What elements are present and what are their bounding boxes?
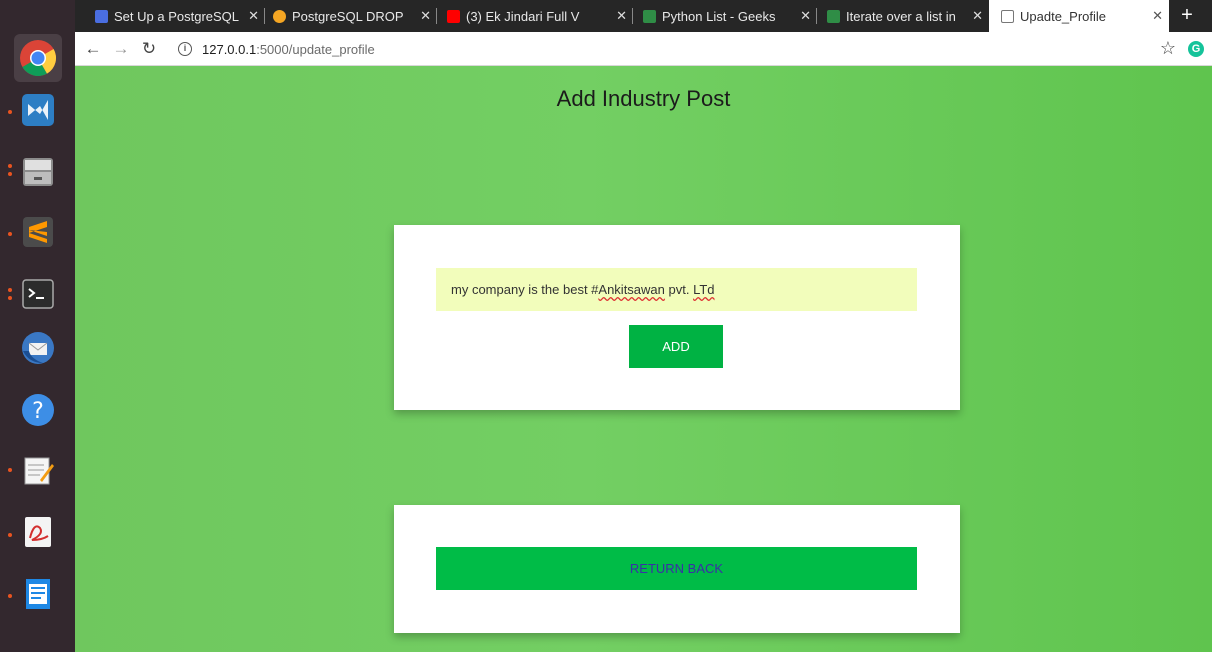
writer-icon[interactable]: [14, 570, 62, 618]
close-tab-icon[interactable]: ✕: [248, 8, 259, 24]
reload-icon[interactable]: ↻: [137, 37, 161, 61]
page-title: Add Industry Post: [556, 86, 731, 111]
terminal-icon[interactable]: [14, 270, 62, 318]
browser-tab-bar: Set Up a PostgreSQL ✕ PostgreSQL DROP ✕ …: [75, 0, 1212, 32]
geeksforgeeks-icon: [827, 9, 840, 23]
page-icon: [1001, 9, 1014, 23]
pdf-viewer-icon[interactable]: [14, 508, 62, 556]
thunderbird-icon[interactable]: [14, 324, 62, 372]
tab-python-list[interactable]: Python List - Geeks ✕: [633, 0, 817, 32]
tab-postgres-drop[interactable]: PostgreSQL DROP ✕: [265, 0, 437, 32]
add-button[interactable]: ADD: [629, 325, 723, 368]
launcher-dock: ?: [0, 0, 75, 652]
return-back-button[interactable]: RETURN BACK: [436, 547, 917, 590]
geeksforgeeks-icon: [643, 9, 656, 23]
tab-favicon-icon: [273, 9, 286, 23]
address-bar[interactable]: i 127.0.0.1:5000/update_profile: [178, 36, 1108, 62]
tab-iterate-list[interactable]: Iterate over a list in ✕: [817, 0, 989, 32]
close-tab-icon[interactable]: ✕: [420, 8, 431, 24]
page-viewport: Add Industry Post my company is the best…: [75, 66, 1212, 652]
file-manager-icon[interactable]: [14, 148, 62, 196]
tab-youtube[interactable]: (3) Ek Jindari Full V ✕: [437, 0, 633, 32]
help-icon[interactable]: ?: [14, 386, 62, 434]
text-editor-icon[interactable]: [14, 446, 62, 494]
sublime-text-icon[interactable]: [14, 208, 62, 256]
forward-arrow-icon[interactable]: →: [109, 37, 133, 61]
browser-toolbar: ← → ↻ i 127.0.0.1:5000/update_profile ☆ …: [75, 32, 1212, 66]
vscode-icon[interactable]: [14, 86, 62, 134]
tab-update-profile[interactable]: Upadte_Profile ✕: [989, 0, 1169, 32]
bookmark-star-icon[interactable]: ☆: [1160, 38, 1176, 59]
return-card: RETURN BACK: [394, 505, 960, 633]
grammarly-extension-icon[interactable]: G: [1188, 41, 1204, 57]
add-post-card: my company is the best # Ankitsawan pvt. …: [394, 225, 960, 410]
chrome-icon[interactable]: [14, 34, 62, 82]
post-text-input[interactable]: my company is the best # Ankitsawan pvt. …: [436, 268, 917, 311]
close-tab-icon[interactable]: ✕: [800, 8, 811, 24]
svg-text:?: ?: [32, 399, 44, 424]
back-arrow-icon[interactable]: ←: [81, 37, 105, 61]
tab-favicon-icon: [95, 9, 108, 23]
close-tab-icon[interactable]: ✕: [1152, 8, 1163, 24]
close-tab-icon[interactable]: ✕: [616, 8, 627, 24]
info-icon[interactable]: i: [178, 42, 192, 56]
tab-postgres-setup[interactable]: Set Up a PostgreSQL ✕: [95, 0, 265, 32]
new-tab-button[interactable]: +: [1172, 2, 1202, 30]
close-tab-icon[interactable]: ✕: [972, 8, 983, 24]
youtube-icon: [447, 9, 460, 23]
